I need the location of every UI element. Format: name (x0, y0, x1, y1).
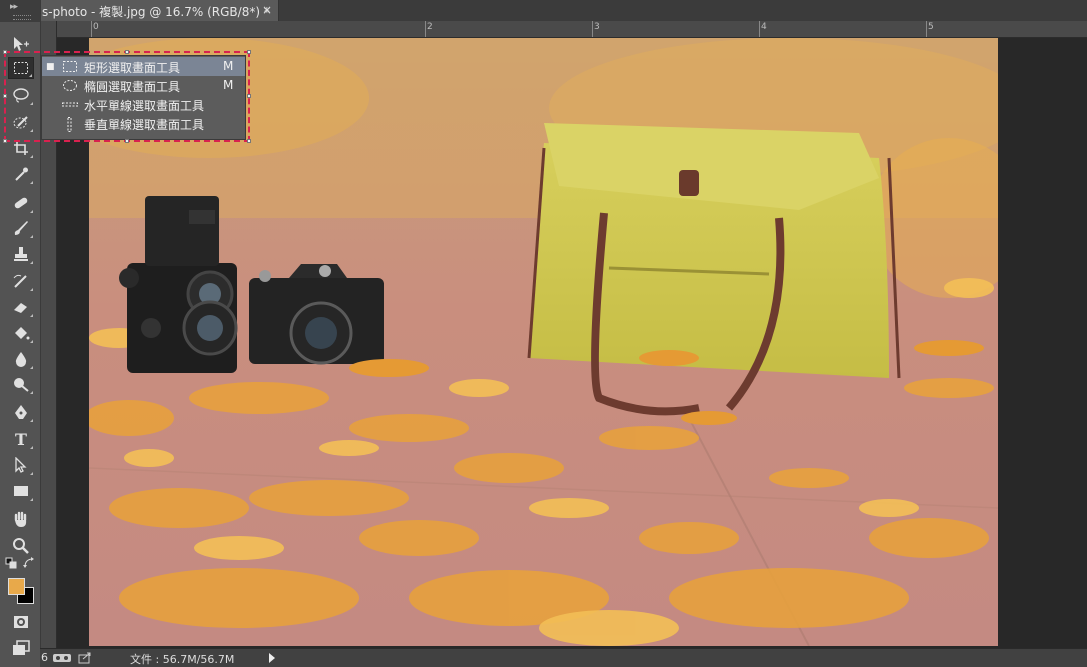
single-row-marquee-icon (62, 98, 78, 114)
flyout-item-single-row-marquee[interactable]: 水平單線選取畫面工具 (42, 95, 245, 114)
zenit-camera (249, 264, 384, 365)
zoom-tool-icon[interactable] (8, 535, 34, 557)
flyout-item-label: 橢圓選取畫面工具 (84, 80, 181, 94)
ruler-tick (926, 21, 927, 37)
quick-selection-tool-icon[interactable] (8, 111, 34, 133)
ruler-label: 5 (928, 22, 934, 32)
quick-mask-icon[interactable] (8, 611, 34, 633)
marquee-tool-flyout: ■ 矩形選取畫面工具 M 橢圓選取畫面工具 M 水平單線選取畫面工具 垂直單線選… (41, 55, 246, 140)
pen-tool-icon[interactable] (8, 401, 34, 423)
document-tab-bar: s-photo - 複製.jpg @ 16.7% (RGB/8*) * × (40, 0, 1087, 21)
brush-tool-icon[interactable] (8, 217, 34, 239)
lasso-tool-icon[interactable] (8, 84, 34, 106)
flyout-item-label: 垂直單線選取畫面工具 (84, 118, 205, 132)
ruler-label: 3 (594, 22, 600, 32)
screen-mode-icon[interactable] (8, 637, 34, 659)
foreground-color-swatch[interactable] (8, 578, 25, 595)
ruler-tick (759, 21, 760, 37)
hand-tool-icon[interactable] (8, 508, 34, 530)
rect-marquee-icon (62, 60, 78, 76)
ruler-tick (425, 21, 426, 37)
document-size-info: 文件 : 56.7M/56.7M (130, 653, 235, 666)
status-bar: 6 文件 : 56.7M/56.7M (40, 648, 1087, 667)
ruler-tick (592, 21, 593, 37)
share-icon[interactable] (78, 652, 92, 667)
healing-brush-tool-icon[interactable] (8, 192, 34, 214)
type-tool-icon[interactable]: T (8, 428, 34, 450)
flyout-item-label: 矩形選取畫面工具 (84, 61, 181, 75)
ruler-label: 0 (93, 22, 99, 32)
blur-tool-icon[interactable] (8, 348, 34, 370)
eraser-tool-icon[interactable] (8, 296, 34, 318)
eyedropper-tool-icon[interactable] (8, 163, 34, 185)
type-tool-glyph: T (15, 429, 27, 449)
history-brush-tool-icon[interactable] (8, 270, 34, 292)
flyout-item-label: 水平單線選取畫面工具 (84, 99, 205, 113)
flyout-item-rect-marquee[interactable]: ■ 矩形選取畫面工具 M (42, 57, 245, 76)
default-colors-icon[interactable] (4, 556, 18, 570)
flyout-item-ellipse-marquee[interactable]: 橢圓選取畫面工具 M (42, 76, 245, 95)
path-selection-tool-icon[interactable] (8, 454, 34, 476)
selected-marker: ■ (46, 62, 55, 72)
tools-panel-header[interactable]: ▸▸ (0, 0, 40, 22)
crop-tool-icon[interactable] (8, 137, 34, 159)
flyout-item-shortcut: M (223, 78, 234, 92)
collapse-icon[interactable]: ▸▸ (10, 2, 18, 12)
dodge-tool-icon[interactable] (8, 373, 34, 395)
flyout-item-shortcut: M (223, 59, 234, 73)
horizontal-ruler[interactable]: 0 2 3 4 5 (56, 21, 1087, 38)
status-menu-arrow-icon[interactable] (269, 653, 275, 663)
ellipse-marquee-icon (62, 79, 78, 95)
flyout-item-single-column-marquee[interactable]: 垂直單線選取畫面工具 (42, 114, 245, 133)
document-tab[interactable]: s-photo - 複製.jpg @ 16.7% (RGB/8*) * × (40, 0, 279, 21)
zoom-level[interactable]: 6 (41, 651, 48, 664)
move-tool-icon[interactable] (8, 33, 34, 55)
clone-stamp-tool-icon[interactable] (8, 243, 34, 265)
ruler-label: 2 (427, 22, 433, 32)
grip-icon[interactable] (13, 15, 31, 20)
ruler-tick (91, 21, 92, 37)
rectangle-shape-tool-icon[interactable] (8, 480, 34, 502)
rect-marquee-tool-icon[interactable] (8, 57, 34, 79)
gamepad-icon[interactable] (52, 652, 72, 667)
close-icon[interactable]: × (262, 3, 272, 17)
swap-colors-icon[interactable] (22, 556, 36, 570)
tools-panel: ▸▸ T (0, 0, 41, 667)
ruler-label: 4 (761, 22, 767, 32)
single-column-marquee-icon (62, 117, 78, 135)
paint-bucket-tool-icon[interactable] (8, 322, 34, 344)
document-tab-title: s-photo - 複製.jpg @ 16.7% (RGB/8*) * (42, 5, 270, 19)
